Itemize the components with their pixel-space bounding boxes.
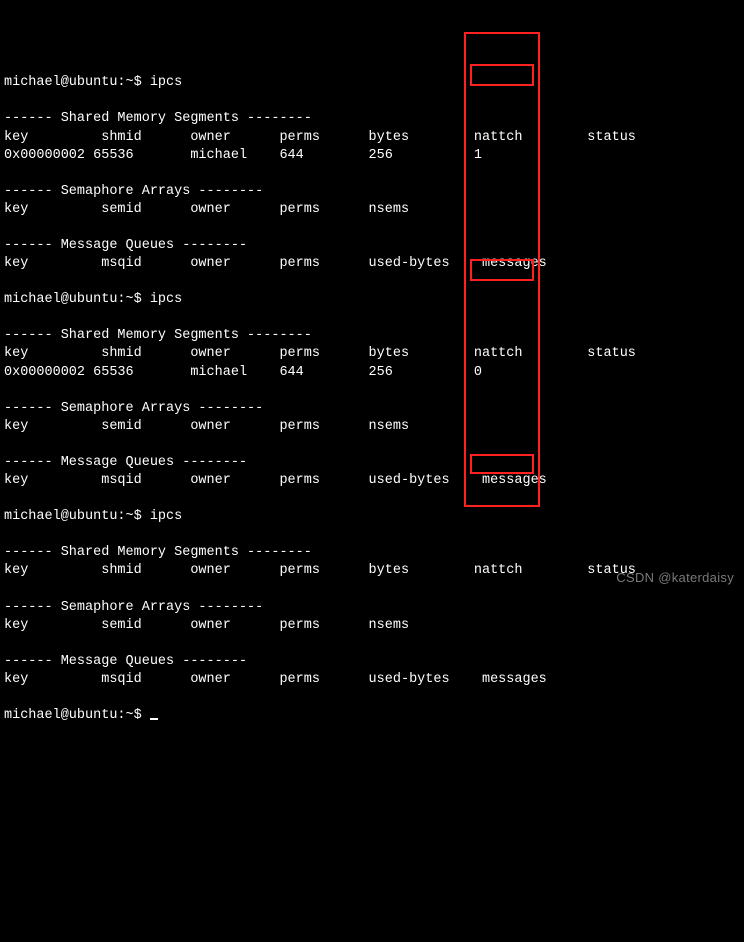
terminal-output: michael@ubuntu:~$ ipcs ------ Shared Mem… — [4, 74, 740, 725]
watermark: CSDN @katerdaisy — [616, 569, 734, 586]
cursor — [150, 718, 158, 720]
